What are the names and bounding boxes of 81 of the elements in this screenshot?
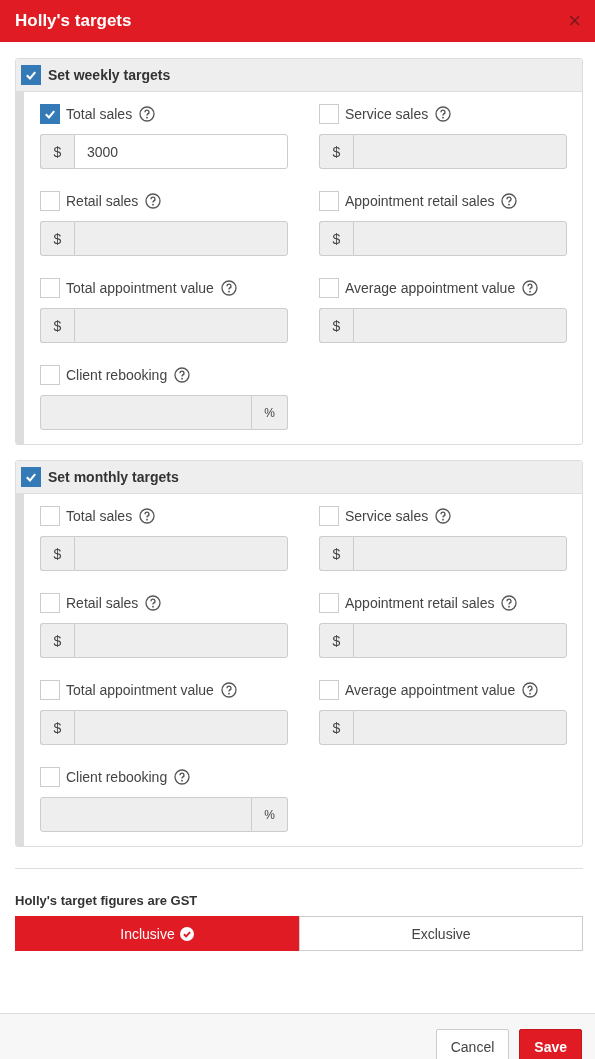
help-icon[interactable] xyxy=(522,280,539,296)
field-label: Total sales xyxy=(66,508,133,524)
help-icon[interactable] xyxy=(220,682,237,698)
save-button[interactable]: Save xyxy=(519,1029,582,1059)
checkbox[interactable] xyxy=(319,191,339,211)
field-label: Client rebooking xyxy=(66,769,168,785)
checkbox[interactable] xyxy=(319,104,339,124)
field-label: Average appointment value xyxy=(345,280,516,296)
help-icon[interactable] xyxy=(139,106,156,122)
percent-addon: % xyxy=(252,797,288,832)
currency-addon: $ xyxy=(40,623,74,658)
help-icon[interactable] xyxy=(174,367,191,383)
input-field[interactable] xyxy=(353,134,567,169)
input-field[interactable] xyxy=(353,623,567,658)
checkbox[interactable] xyxy=(40,191,60,211)
field-label: Service sales xyxy=(345,508,429,524)
field-label: Total appointment value xyxy=(66,682,214,698)
field-label: Retail sales xyxy=(66,595,139,611)
currency-addon: $ xyxy=(319,623,353,658)
dialog-title: Holly's targets xyxy=(15,11,132,31)
input-field[interactable] xyxy=(40,797,252,832)
checkbox[interactable] xyxy=(40,680,60,700)
input-field[interactable] xyxy=(74,308,288,343)
panel-title: Set weekly targets xyxy=(48,67,171,83)
checkbox[interactable] xyxy=(21,467,41,487)
gst-label: Holly's target figures are GST xyxy=(15,893,199,908)
input-field[interactable] xyxy=(74,623,288,658)
help-icon[interactable] xyxy=(435,106,452,122)
cancel-button[interactable]: Cancel xyxy=(435,1029,510,1059)
input-field[interactable] xyxy=(74,536,288,571)
checkbox[interactable] xyxy=(40,365,60,385)
help-icon[interactable] xyxy=(501,595,518,611)
currency-addon: $ xyxy=(40,221,74,256)
checkbox[interactable] xyxy=(40,593,60,613)
currency-addon: $ xyxy=(319,221,353,256)
help-icon[interactable] xyxy=(522,682,539,698)
field-label: Appointment retail sales xyxy=(345,193,495,209)
input-field[interactable] xyxy=(40,395,252,430)
help-icon[interactable] xyxy=(435,508,452,524)
help-icon[interactable] xyxy=(145,193,162,209)
checkbox[interactable] xyxy=(319,680,339,700)
gst-option[interactable]: Inclusive xyxy=(15,916,299,951)
percent-addon: % xyxy=(252,395,288,430)
currency-addon: $ xyxy=(40,536,74,571)
input-field[interactable] xyxy=(74,221,288,256)
currency-addon: $ xyxy=(40,308,74,343)
field-label: Retail sales xyxy=(66,193,139,209)
panel-title: Set monthly targets xyxy=(48,469,179,485)
checkbox[interactable] xyxy=(40,506,60,526)
checkbox[interactable] xyxy=(319,506,339,526)
checkbox[interactable] xyxy=(21,65,41,85)
checkbox[interactable] xyxy=(40,104,60,124)
input-field[interactable] xyxy=(353,308,567,343)
field-label: Service sales xyxy=(345,106,429,122)
field-label: Average appointment value xyxy=(345,682,516,698)
currency-addon: $ xyxy=(40,134,74,169)
checkbox[interactable] xyxy=(319,278,339,298)
input-field[interactable] xyxy=(353,536,567,571)
currency-addon: $ xyxy=(319,134,353,169)
checkbox[interactable] xyxy=(319,593,339,613)
check-circle-icon xyxy=(179,926,194,941)
help-icon[interactable] xyxy=(145,595,162,611)
currency-addon: $ xyxy=(319,308,353,343)
help-icon[interactable] xyxy=(174,769,191,785)
checkbox[interactable] xyxy=(40,278,60,298)
currency-addon: $ xyxy=(319,536,353,571)
input-field[interactable] xyxy=(74,710,288,745)
input-field[interactable] xyxy=(353,710,567,745)
field-label: Total appointment value xyxy=(66,280,214,296)
help-icon[interactable] xyxy=(139,508,156,524)
currency-addon: $ xyxy=(319,710,353,745)
input-field[interactable] xyxy=(353,221,567,256)
gst-option[interactable]: Exclusive xyxy=(299,916,583,951)
currency-addon: $ xyxy=(40,710,74,745)
help-icon[interactable] xyxy=(501,193,518,209)
field-label: Client rebooking xyxy=(66,367,168,383)
help-icon[interactable] xyxy=(220,280,237,296)
field-label: Total sales xyxy=(66,106,133,122)
input-field[interactable]: 3000 xyxy=(74,134,288,169)
field-label: Appointment retail sales xyxy=(345,595,495,611)
checkbox[interactable] xyxy=(40,767,60,787)
